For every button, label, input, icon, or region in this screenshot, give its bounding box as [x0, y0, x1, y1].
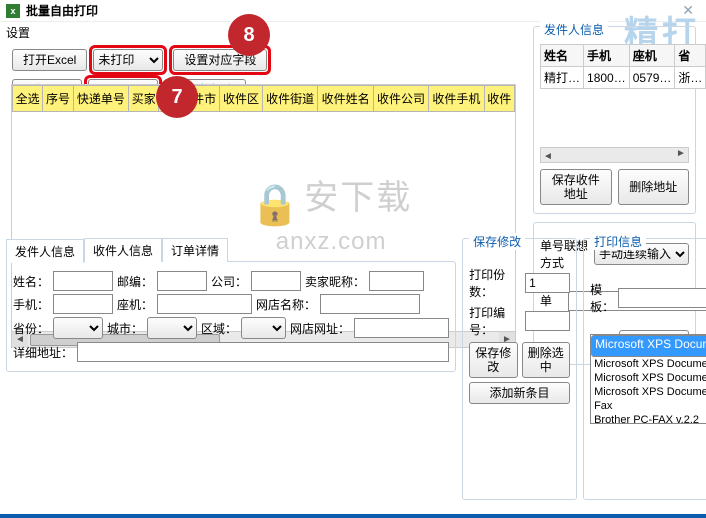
printer-item[interactable]: Microsoft XPS Document W [591, 371, 706, 385]
save-addr-button[interactable]: 保存收件地址 [540, 169, 612, 205]
shop-input[interactable] [320, 294, 420, 314]
annotation-badge-8: 8 [230, 16, 268, 54]
grid-col[interactable]: 收件街道 [262, 86, 317, 112]
grid-col[interactable]: 收件手机 [429, 86, 484, 112]
grid-col[interactable]: 快递单号 [73, 86, 128, 112]
phone-input[interactable] [53, 294, 113, 314]
tab-order[interactable]: 订单详情 [162, 238, 228, 262]
open-excel-button[interactable]: 打开Excel [12, 49, 87, 71]
name-input[interactable] [53, 271, 113, 291]
printer-item[interactable]: Microsoft XPS Document W [591, 357, 706, 371]
annotation-badge-7: 7 [158, 78, 196, 116]
tel-input[interactable] [157, 294, 252, 314]
sender-form: 姓名： 邮编： 公司： 卖家昵称： 手机： 座机： 网店名称： 省份： 城市： … [6, 261, 456, 372]
save-mod-button[interactable]: 保存修改 [469, 342, 518, 378]
menu-settings[interactable]: 设置 [6, 26, 30, 40]
grid-col[interactable]: 买家 [129, 86, 159, 112]
grid-col[interactable]: 序号 [43, 86, 73, 112]
grid-col[interactable]: 全选 [13, 86, 43, 112]
del-sel-button[interactable]: 删除选中 [522, 342, 571, 378]
tab-receiver[interactable]: 收件人信息 [84, 238, 162, 262]
printer-item[interactable]: Microsoft XPS Document W [591, 335, 706, 357]
window-title: 批量自由打印 [26, 2, 98, 19]
grid-col[interactable]: 收件区 [220, 86, 263, 112]
grid-col[interactable]: 收件公司 [373, 86, 428, 112]
print-box: 打印信息 模板： 选择模板 Microsoft XPS Document WMi… [583, 238, 706, 500]
prov-select[interactable] [53, 317, 103, 339]
seller-input[interactable] [369, 271, 424, 291]
company-input[interactable] [251, 271, 301, 291]
del-addr-button[interactable]: 删除地址 [618, 169, 690, 205]
printer-item[interactable]: Brother PC-FAX v.2.2 [591, 413, 706, 424]
pno-input[interactable] [525, 311, 570, 331]
addr-input[interactable] [77, 342, 449, 362]
app-icon: x [6, 4, 20, 18]
add-entry-button[interactable]: 添加新条目 [469, 382, 570, 404]
printer-list[interactable]: Microsoft XPS Document WMicrosoft XPS Do… [590, 334, 706, 424]
close-icon[interactable]: ✕ [676, 2, 700, 19]
sender-mini-grid[interactable]: 姓名手机座机省市 精打…1800…0579…浙…金… [540, 44, 706, 89]
tab-sender[interactable]: 发件人信息 [6, 239, 84, 263]
copies-input[interactable] [525, 273, 570, 293]
status-select[interactable]: 未打印 [93, 49, 163, 71]
site-input[interactable] [354, 318, 449, 338]
sender-info-box: 发件人信息 姓名手机座机省市 精打…1800…0579…浙…金… ◄► 保存收件… [533, 26, 696, 214]
district-select[interactable] [241, 317, 286, 339]
tpl-input[interactable] [618, 288, 706, 308]
bottom-tabs: 发件人信息 收件人信息 订单详情 [6, 238, 456, 262]
grid-col[interactable]: 收件 [484, 86, 514, 112]
grid-col[interactable]: 收件姓名 [318, 86, 373, 112]
printer-item[interactable]: Fax [591, 399, 706, 413]
printer-item[interactable]: Microsoft XPS Document W [591, 385, 706, 399]
save-box: 保存修改 打印份数： 打印编号： 保存修改删除选中 添加新条目 [462, 238, 577, 500]
zip-input[interactable] [157, 271, 207, 291]
mini-hscrollbar[interactable]: ◄► [540, 147, 689, 163]
city-select[interactable] [147, 317, 197, 339]
